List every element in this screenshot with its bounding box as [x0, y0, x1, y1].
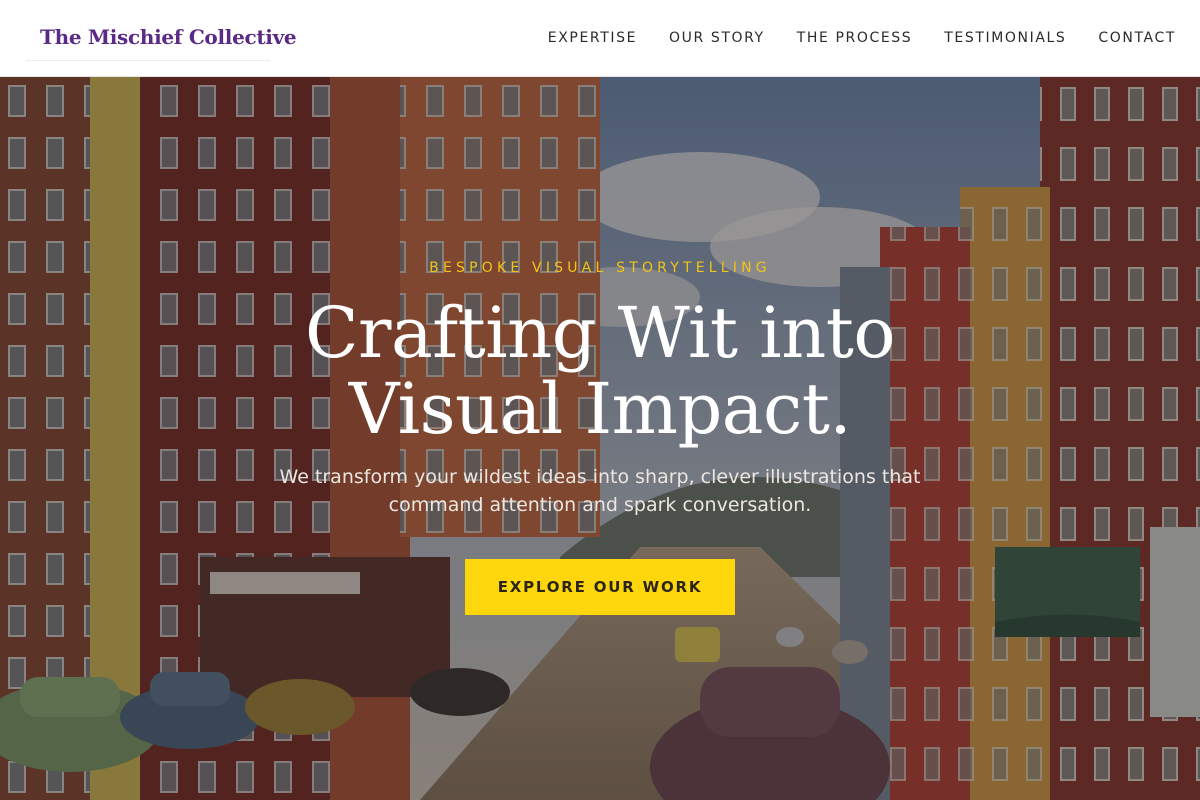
- nav-link-our-story[interactable]: OUR STORY: [669, 30, 765, 46]
- site-header: The Mischief Collective EXPERTISE OUR ST…: [0, 0, 1200, 77]
- hero-section: BESPOKE VISUAL STORYTELLING Crafting Wit…: [0, 77, 1200, 800]
- nav-link-contact[interactable]: CONTACT: [1098, 30, 1176, 46]
- explore-our-work-button[interactable]: EXPLORE OUR WORK: [465, 559, 735, 615]
- nav-link-the-process[interactable]: THE PROCESS: [797, 30, 913, 46]
- nav-link-testimonials[interactable]: TESTIMONIALS: [944, 30, 1066, 46]
- site-logo[interactable]: The Mischief Collective: [26, 14, 297, 61]
- hero-content: BESPOKE VISUAL STORYTELLING Crafting Wit…: [0, 77, 1200, 800]
- nav-link-expertise[interactable]: EXPERTISE: [548, 30, 637, 46]
- main-nav: EXPERTISE OUR STORY THE PROCESS TESTIMON…: [516, 0, 1176, 76]
- hero-subtext: We transform your wildest ideas into sha…: [279, 466, 921, 516]
- hero-eyebrow: BESPOKE VISUAL STORYTELLING: [429, 260, 771, 276]
- hero-headline: Crafting Wit into Visual Impact.: [304, 292, 896, 450]
